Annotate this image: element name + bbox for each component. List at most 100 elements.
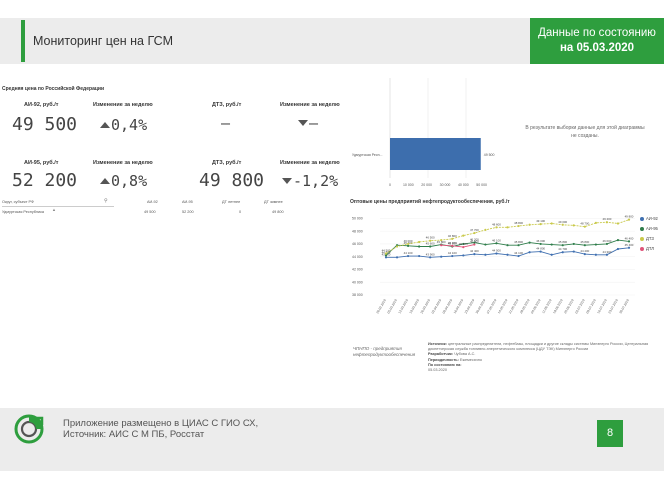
date-line-1: Данные по состоянию: [538, 27, 656, 39]
as-of-date: 05.03.2020: [428, 368, 448, 373]
legend-swatch: [640, 226, 644, 231]
x-tick-label: 20 000: [421, 183, 432, 187]
search-icon[interactable]: ⚲: [104, 198, 108, 204]
as-of-label: По состоянию на:: [428, 362, 462, 367]
x-tick-label: 26.02.2019: [375, 298, 387, 314]
ai92-change: 0,4%: [100, 116, 147, 134]
ai92-change-value: 0,4%: [111, 116, 148, 134]
x-tick-label: 30.07.2019: [618, 298, 630, 314]
x-tick-label: 07.05.2019: [486, 298, 498, 314]
legend-item-ai92[interactable]: АИ-92: [640, 214, 658, 224]
table-header-dt-summer[interactable]: ДТ летнее: [222, 198, 240, 206]
x-tick-label: 40 000: [458, 183, 469, 187]
dt3-change-value: -1,2%: [293, 172, 339, 190]
data-point: [451, 254, 454, 258]
dt-change: –: [298, 114, 318, 132]
data-label: 46 400: [625, 236, 634, 240]
x-tick-label: 25.06.2019: [563, 298, 575, 314]
legend-label: АИ-95: [646, 226, 658, 231]
arrow-down-icon: [298, 120, 308, 126]
data-label: 48 600: [492, 222, 501, 226]
legend-swatch: [640, 236, 644, 241]
data-label: 44 100: [514, 251, 523, 255]
legend-label: АИ-92: [646, 216, 658, 221]
legend-item-dtz[interactable]: ДТЗ: [640, 234, 658, 244]
x-tick-label: 02.04.2019: [431, 298, 443, 314]
dt-label: ДТЗ, руб./т: [212, 102, 242, 108]
top-strip: [0, 0, 664, 18]
wholesale-chart-title: Оптовые цены предприятий нефтепродуктооб…: [350, 199, 510, 205]
data-point: [627, 246, 631, 249]
x-tick-label: 10 000: [403, 183, 414, 187]
ai95-change: 0,8%: [100, 172, 147, 190]
data-label: 49 000: [558, 220, 567, 224]
legend-item-ai95[interactable]: АИ-95: [640, 224, 658, 234]
chart-legend: АИ-92 АИ-95 ДТЗ ДТЛ: [640, 214, 658, 254]
data-point: [429, 245, 432, 248]
data-point: [418, 254, 421, 258]
data-point: [495, 252, 498, 255]
data-point: [462, 254, 465, 257]
data-point: [462, 234, 465, 237]
data-point: [517, 254, 520, 258]
data-label: 46 500: [426, 236, 435, 240]
x-tick-label: 12.03.2019: [398, 298, 410, 314]
data-point: [506, 244, 509, 247]
x-tick-label: 16.04.2019: [453, 298, 465, 314]
data-point: [495, 242, 498, 245]
x-tick-label: 11.06.2019: [541, 298, 552, 314]
no-data-message: В результате выборки данные для этой диа…: [525, 125, 645, 139]
data-point: [462, 246, 465, 249]
dt3-value: 49 800: [199, 170, 265, 191]
note-abbreviation: ЧПНПО - предприятия нефтепродуктообеспеч…: [353, 346, 416, 357]
table-cell-ai92: 49 500: [144, 210, 156, 214]
date-badge: Данные по состоянию на 05.03.2020: [530, 18, 664, 64]
data-point: [583, 225, 586, 228]
y-tick-label: 46 000: [352, 242, 363, 246]
y-tick-label: 48 000: [352, 229, 363, 233]
table-header-dt-winter[interactable]: ДТ зимнее: [264, 198, 283, 206]
data-point: [616, 247, 620, 251]
data-point: [517, 244, 520, 247]
dt-value: –: [221, 114, 231, 132]
legend-swatch: [640, 216, 644, 221]
table-cell-ai95: 52 200: [182, 210, 194, 214]
date-line-2: на 05.03.2020: [559, 42, 635, 54]
table-cell-region[interactable]: Удмуртская Республика: [2, 208, 44, 216]
data-point: [384, 252, 388, 255]
x-tick-label: 09.04.2019: [442, 298, 454, 314]
data-label: 46 000: [404, 239, 413, 243]
dt3-change-label: Изменение за неделю: [280, 160, 340, 166]
note-source: Источник: центральные распределители, не…: [428, 342, 653, 373]
data-point: [384, 254, 388, 257]
page-title: Мониторинг цен на ГСМ: [33, 34, 173, 48]
data-point: [418, 245, 421, 248]
legend-item-dtl[interactable]: ДТЛ: [640, 244, 658, 254]
data-label: 45 800: [514, 240, 523, 244]
table-header-ai95[interactable]: АИ-95: [182, 198, 193, 206]
data-point: [384, 256, 388, 259]
data-label: 49 800: [625, 215, 634, 219]
data-label: 44 800: [536, 247, 545, 251]
sort-icon[interactable]: ▲: [52, 207, 56, 212]
data-point: [616, 238, 620, 242]
table-header-ai92[interactable]: АИ-92: [147, 198, 158, 206]
x-tick-label: 02.07.2019: [574, 298, 586, 314]
region-bar-chart: Удмуртская Респ... 49 500 0 10 000 20 000 30 …: [352, 78, 495, 187]
data-point: [528, 223, 531, 226]
x-tick-label: 09.07.2019: [585, 298, 597, 314]
table-cell-dt-winter: 49 800: [272, 210, 284, 214]
table-header-region[interactable]: Округ, субъект РФ: [2, 198, 34, 206]
data-point: [539, 223, 542, 226]
y-tick-label: 50 000: [352, 217, 363, 221]
section-title: Средняя цена по Российской Федерации: [2, 86, 105, 92]
data-label: 47 700: [470, 228, 479, 232]
x-tick-label: 19.03.2019: [409, 298, 421, 314]
data-point: [594, 221, 597, 224]
data-label: 45 900: [470, 240, 479, 244]
data-point: [561, 223, 564, 226]
data-label: 46 000: [536, 239, 545, 243]
source-label: Источник:: [428, 342, 447, 346]
data-point: [451, 237, 454, 240]
data-point: [594, 243, 597, 246]
